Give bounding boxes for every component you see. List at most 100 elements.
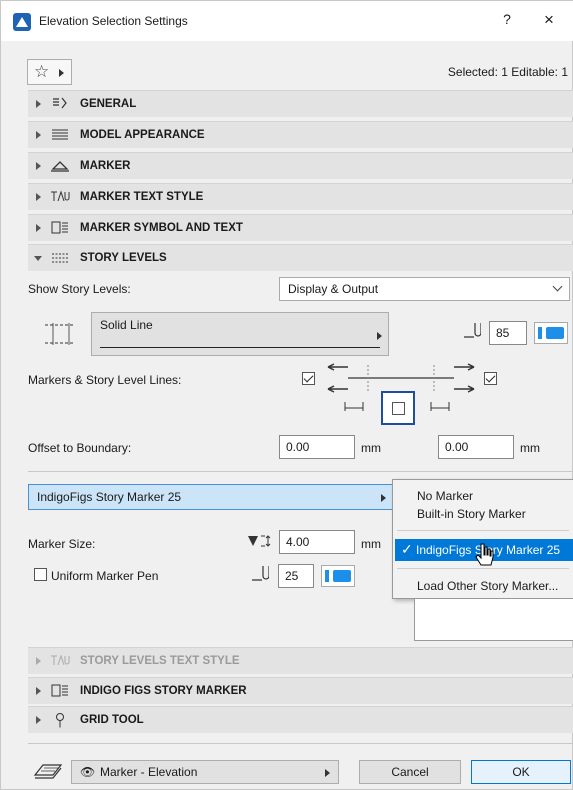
menu-separator bbox=[397, 530, 569, 531]
model-appearance-icon bbox=[52, 129, 68, 140]
markers-lines-label: Markers & Story Level Lines: bbox=[28, 373, 182, 387]
expand-arrow-icon bbox=[36, 131, 41, 139]
marker-size-value: 4.00 bbox=[286, 535, 310, 549]
marker-popup-menu: No Marker Built-in Story Marker ✓ Indigo… bbox=[392, 479, 573, 599]
expand-arrow-icon bbox=[36, 224, 41, 232]
help-button[interactable]: ? bbox=[498, 11, 516, 31]
left-marker-checkbox[interactable] bbox=[302, 372, 315, 385]
section-marker[interactable]: MARKER bbox=[28, 152, 573, 179]
menu-item-load-other[interactable]: Load Other Story Marker... bbox=[417, 579, 558, 593]
section-general[interactable]: GENERAL bbox=[28, 90, 573, 117]
line-preview bbox=[100, 347, 380, 348]
section-story-levels-text-style: STORY LEVELS TEXT STYLE bbox=[28, 647, 573, 674]
section-indigo-figs-marker[interactable]: INDIGO FIGS STORY MARKER bbox=[28, 677, 573, 704]
footer-divider bbox=[28, 743, 573, 744]
show-story-levels-label: Show Story Levels: bbox=[28, 282, 131, 296]
pen-color-swatch[interactable] bbox=[534, 322, 568, 344]
section-label: GRID TOOL bbox=[80, 714, 144, 726]
story-line-type-icon bbox=[45, 323, 73, 345]
section-marker-symbol-text[interactable]: MARKER SYMBOL AND TEXT bbox=[28, 214, 573, 241]
triangle-right-icon bbox=[381, 494, 386, 502]
archicad-app-icon bbox=[13, 13, 31, 31]
star-icon: ☆ bbox=[34, 62, 50, 81]
eye-icon: 👁 bbox=[80, 765, 96, 779]
marker-pen-field[interactable]: 25 bbox=[278, 564, 314, 588]
symbol-text-icon bbox=[51, 221, 68, 234]
offset-left-unit: mm bbox=[361, 441, 381, 455]
offset-left-value: 0.00 bbox=[286, 440, 310, 454]
line-type-label: Solid Line bbox=[100, 318, 153, 332]
section-label: MARKER SYMBOL AND TEXT bbox=[80, 222, 243, 234]
right-offset-icon bbox=[430, 402, 450, 411]
cancel-button[interactable]: Cancel bbox=[359, 760, 461, 784]
general-settings-icon bbox=[53, 97, 67, 109]
story-line-checkbox[interactable] bbox=[392, 402, 405, 415]
section-model-appearance[interactable]: MODEL APPEARANCE bbox=[28, 121, 573, 148]
ok-button[interactable]: OK bbox=[471, 760, 571, 784]
right-marker-checkbox[interactable] bbox=[484, 372, 497, 385]
story-levels-icon bbox=[52, 253, 68, 263]
pen-icon bbox=[252, 566, 269, 581]
text-style-icon bbox=[51, 654, 70, 666]
dialog-title: Elevation Selection Settings bbox=[39, 14, 188, 28]
mouse-cursor-icon bbox=[475, 543, 494, 566]
section-label: GENERAL bbox=[80, 98, 137, 110]
dialog-window: Elevation Selection Settings ? × ☆ Selec… bbox=[0, 0, 573, 790]
line-type-picker[interactable]: Solid Line bbox=[91, 312, 389, 356]
section-label: STORY LEVELS bbox=[80, 252, 167, 264]
menu-item-no-marker[interactable]: No Marker bbox=[417, 489, 473, 503]
dropdown-value: Display & Output bbox=[288, 282, 379, 296]
marker-size-label: Marker Size: bbox=[28, 537, 96, 551]
marker-size-icon bbox=[248, 535, 271, 547]
expand-arrow-icon bbox=[36, 716, 41, 724]
expand-arrow-icon bbox=[36, 193, 41, 201]
divider bbox=[28, 471, 573, 472]
symbol-text-icon bbox=[51, 684, 68, 697]
text-style-icon bbox=[51, 190, 70, 202]
triangle-right-icon bbox=[59, 69, 64, 77]
triangle-right-icon bbox=[377, 332, 382, 340]
pen-number: 85 bbox=[496, 326, 510, 340]
checkmark-icon: ✓ bbox=[401, 541, 413, 557]
section-label: STORY LEVELS TEXT STYLE bbox=[80, 655, 240, 667]
section-label: MARKER bbox=[80, 160, 131, 172]
expand-arrow-icon bbox=[36, 657, 41, 665]
selection-count: Selected: 1 Editable: 1 bbox=[447, 65, 568, 79]
story-line-pen-field[interactable]: 85 bbox=[489, 321, 527, 345]
marker-size-field[interactable]: 4.00 bbox=[279, 530, 355, 554]
section-marker-text-style[interactable]: MARKER TEXT STYLE bbox=[28, 183, 573, 210]
expand-arrow-icon bbox=[36, 100, 41, 108]
marker-size-unit: mm bbox=[361, 537, 381, 551]
story-marker-selector[interactable]: IndigoFigs Story Marker 25 bbox=[28, 484, 393, 510]
story-line-toggle-box[interactable] bbox=[381, 391, 415, 425]
grid-tool-icon bbox=[56, 713, 64, 728]
marker-name: IndigoFigs Story Marker 25 bbox=[37, 490, 182, 504]
offset-right-unit: mm bbox=[520, 441, 540, 455]
section-grid-tool[interactable]: GRID TOOL bbox=[28, 706, 573, 733]
marker-preview-area bbox=[414, 599, 573, 641]
title-bar: Elevation Selection Settings ? × bbox=[1, 1, 573, 41]
offset-boundary-label: Offset to Boundary: bbox=[28, 441, 132, 455]
triangle-right-icon bbox=[325, 769, 330, 777]
show-story-levels-dropdown[interactable]: Display & Output bbox=[279, 277, 570, 301]
section-story-levels[interactable]: STORY LEVELS bbox=[28, 244, 573, 271]
left-offset-icon bbox=[344, 402, 364, 411]
collapse-arrow-icon bbox=[34, 256, 42, 261]
offset-left-field[interactable]: 0.00 bbox=[279, 435, 355, 459]
layer-selector[interactable]: 👁 Marker - Elevation bbox=[71, 760, 339, 784]
pen-icon bbox=[464, 323, 481, 338]
section-label: INDIGO FIGS STORY MARKER bbox=[80, 685, 247, 697]
section-label: MARKER TEXT STYLE bbox=[80, 191, 204, 203]
marker-pen-color-swatch[interactable] bbox=[321, 565, 355, 587]
marker-pen-value: 25 bbox=[285, 569, 299, 583]
offset-right-value: 0.00 bbox=[445, 440, 469, 454]
close-button[interactable]: × bbox=[538, 10, 560, 32]
menu-item-built-in-marker[interactable]: Built-in Story Marker bbox=[417, 507, 526, 521]
uniform-pen-label: Uniform Marker Pen bbox=[51, 569, 159, 583]
layer-name: Marker - Elevation bbox=[100, 765, 198, 779]
offset-right-field[interactable]: 0.00 bbox=[438, 435, 514, 459]
uniform-pen-checkbox[interactable] bbox=[34, 568, 47, 581]
favorites-button[interactable]: ☆ bbox=[27, 59, 72, 85]
layer-icon bbox=[33, 764, 63, 779]
expand-arrow-icon bbox=[36, 162, 41, 170]
